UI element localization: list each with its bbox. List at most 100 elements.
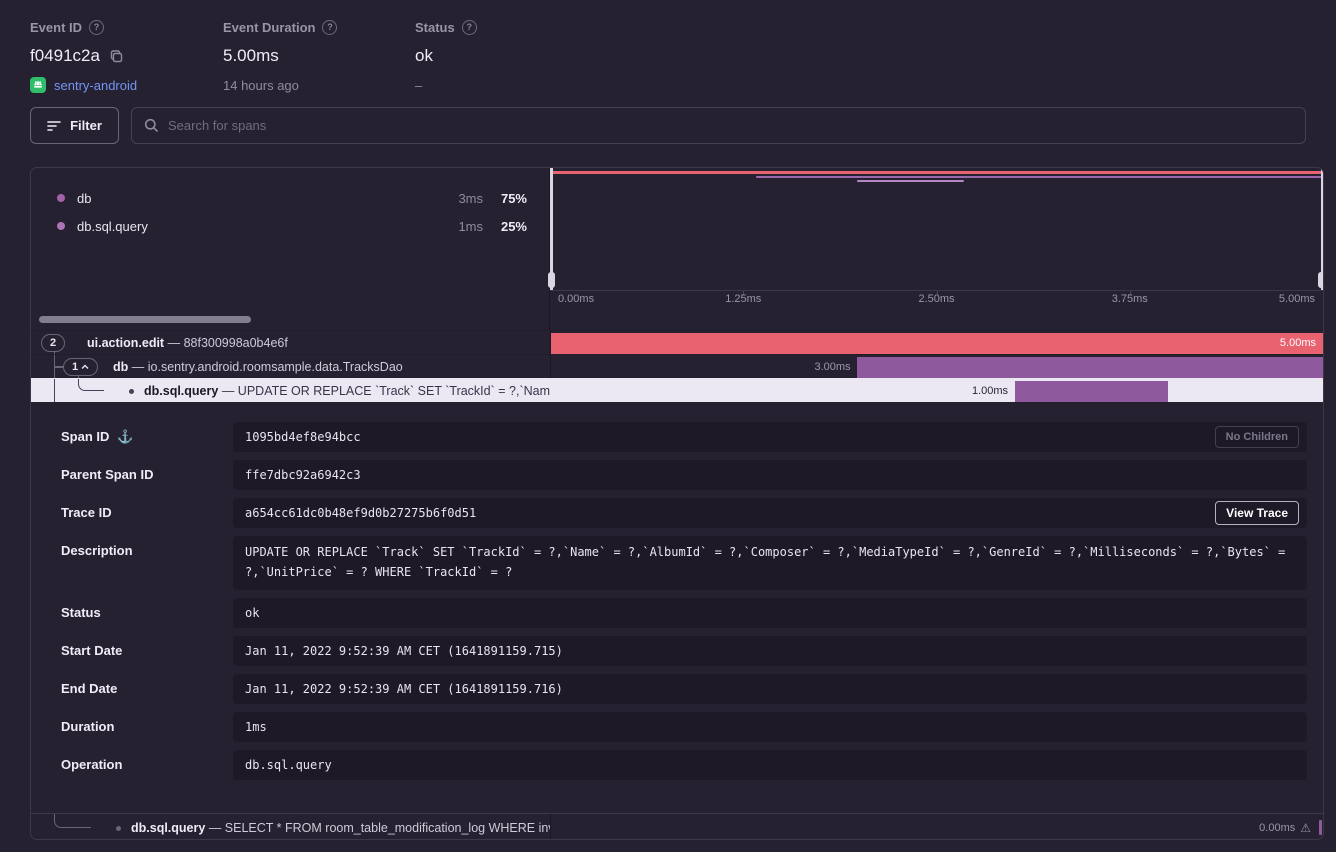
anchor-icon[interactable]: ⚓	[117, 429, 133, 445]
minimap-span-line	[857, 180, 964, 183]
detail-label-status: Status	[61, 605, 101, 620]
children-count-pill[interactable]: 2	[41, 334, 65, 352]
axis-tick: 2.50ms	[918, 293, 954, 305]
android-platform-icon	[30, 77, 46, 93]
axis-tick: 5.00ms	[1279, 293, 1315, 305]
timeline-axis: 0.00ms 1.25ms 2.50ms 3.75ms 5.00ms	[550, 290, 1323, 308]
operation-value: db.sql.query	[245, 758, 332, 772]
minimap-span-line	[550, 171, 1323, 174]
span-row-db-sql-query-select[interactable]: db.sql.query — SELECT * FROM room_table_…	[31, 813, 1323, 840]
operation-value-box: db.sql.query	[233, 750, 1307, 780]
span-bar[interactable]	[1015, 381, 1168, 402]
parent-span-id-value: ffe7dbc92a6942c3	[245, 468, 361, 482]
axis-tick: 3.75ms	[1112, 293, 1148, 305]
axis-tick: 0.00ms	[558, 293, 594, 305]
project-link[interactable]: sentry-android	[54, 78, 137, 93]
filter-button[interactable]: Filter	[30, 107, 119, 144]
description-value: UPDATE OR REPLACE `Track` SET `TrackId` …	[245, 545, 1285, 579]
detail-label-trace-id: Trace ID	[61, 505, 112, 520]
spans-toolbar: Filter	[30, 107, 1306, 144]
detail-label-span-id: Span ID	[61, 429, 109, 444]
status-label-row: Status ?	[415, 18, 1306, 36]
op-percentage: 75%	[497, 191, 527, 206]
span-details-panel: Span ID ⚓ 1095bd4ef8e94bcc No Children P…	[31, 402, 1323, 813]
detail-label-start-date: Start Date	[61, 643, 122, 658]
span-op: ui.action.edit	[87, 336, 164, 350]
parent-span-id-value-box: ffe7dbc92a6942c3	[233, 460, 1307, 490]
event-time-ago: 14 hours ago	[223, 78, 299, 93]
span-bar[interactable]: 5.00ms	[551, 333, 1323, 354]
end-date-value-box: Jan 11, 2022 9:52:39 AM CET (1641891159.…	[233, 674, 1307, 704]
trace-id-value: a654cc61dc0b48ef9d0b27275b6f0d51	[245, 506, 476, 520]
op-name: db	[77, 191, 91, 206]
start-date-value-box: Jan 11, 2022 9:52:39 AM CET (1641891159.…	[233, 636, 1307, 666]
detail-label-description: Description	[61, 543, 133, 558]
span-duration-label: 3.00ms	[814, 355, 850, 379]
event-duration-value: 5.00ms	[223, 46, 279, 66]
op-color-dot	[57, 222, 65, 230]
warning-icon: ⚠	[1300, 814, 1311, 840]
viewport-handle-left[interactable]	[550, 168, 553, 290]
span-search	[131, 107, 1306, 144]
chevron-up-icon	[81, 364, 89, 370]
status-value: ok	[415, 46, 433, 66]
trace-view-panel: db 3ms 75% db.sql.query 1ms 25%	[30, 167, 1324, 840]
op-color-dot	[57, 194, 65, 202]
span-op: db	[113, 360, 128, 374]
event-id-label-row: Event ID ?	[30, 18, 223, 36]
help-icon[interactable]: ?	[89, 20, 104, 35]
span-op: db.sql.query	[131, 821, 205, 835]
ops-breakdown: db 3ms 75% db.sql.query 1ms 25%	[31, 168, 550, 308]
op-duration: 3ms	[439, 191, 483, 206]
status-value-box: ok	[233, 598, 1307, 628]
axis-tick: 1.25ms	[725, 293, 761, 305]
status-sub: –	[415, 78, 422, 93]
span-duration-label: 0.00ms	[1259, 814, 1295, 840]
event-id-value: f0491c2a	[30, 46, 100, 66]
span-desc: UPDATE OR REPLACE `Track` SET `TrackId` …	[238, 384, 550, 398]
span-desc: SELECT * FROM room_table_modification_lo…	[225, 821, 550, 835]
op-percentage: 25%	[497, 219, 527, 234]
search-icon	[144, 118, 159, 133]
span-op: db.sql.query	[144, 384, 218, 398]
help-icon[interactable]: ?	[322, 20, 337, 35]
copy-icon[interactable]	[109, 49, 124, 64]
span-row-ui-action-edit[interactable]: 2 ui.action.edit — 88f300998a0b4e6f 5.00…	[31, 330, 1323, 354]
trace-id-value-box: a654cc61dc0b48ef9d0b27275b6f0d51 View Tr…	[233, 498, 1307, 528]
status-label: Status	[415, 20, 455, 35]
op-duration: 1ms	[439, 219, 483, 234]
duration-value-box: 1ms	[233, 712, 1307, 742]
detail-label-duration: Duration	[61, 719, 114, 734]
span-duration-label: 1.00ms	[972, 379, 1008, 403]
search-input[interactable]	[168, 118, 1293, 133]
span-bar[interactable]	[857, 357, 1323, 378]
children-count-pill[interactable]: 1	[63, 358, 98, 376]
duration-value: 1ms	[245, 720, 267, 734]
detail-label-parent-span-id: Parent Span ID	[61, 467, 153, 482]
legend-item-db-sql-query[interactable]: db.sql.query 1ms 25%	[31, 212, 549, 240]
span-desc: io.sentry.android.roomsample.data.Tracks…	[148, 360, 403, 374]
span-id-value: 1095bd4ef8e94bcc	[245, 430, 361, 444]
view-trace-button[interactable]: View Trace	[1215, 501, 1299, 525]
no-children-badge: No Children	[1215, 426, 1299, 448]
detail-label-end-date: End Date	[61, 681, 117, 696]
trace-minimap[interactable]	[550, 168, 1323, 290]
event-duration-label: Event Duration	[223, 20, 315, 35]
end-date-value: Jan 11, 2022 9:52:39 AM CET (1641891159.…	[245, 682, 563, 696]
span-duration-label: 5.00ms	[1280, 333, 1316, 354]
help-icon[interactable]: ?	[462, 20, 477, 35]
event-id-label: Event ID	[30, 20, 82, 35]
viewport-handle-right[interactable]	[1321, 168, 1324, 290]
span-row-db-sql-query-selected[interactable]: db.sql.query — UPDATE OR REPLACE `Track`…	[31, 378, 1323, 402]
span-row-db[interactable]: 1 db — io.sentry.android.roomsample.data…	[31, 354, 1323, 378]
detail-label-operation: Operation	[61, 757, 122, 772]
legend-item-db[interactable]: db 3ms 75%	[31, 184, 549, 212]
start-date-value: Jan 11, 2022 9:52:39 AM CET (1641891159.…	[245, 644, 563, 658]
op-name: db.sql.query	[77, 219, 148, 234]
span-id-value-box: 1095bd4ef8e94bcc No Children	[233, 422, 1307, 452]
span-bar	[1319, 820, 1322, 835]
filter-button-label: Filter	[70, 118, 102, 133]
description-value-box: UPDATE OR REPLACE `Track` SET `TrackId` …	[233, 536, 1307, 590]
filter-icon	[47, 120, 61, 132]
horizontal-scrollbar[interactable]	[39, 316, 251, 323]
